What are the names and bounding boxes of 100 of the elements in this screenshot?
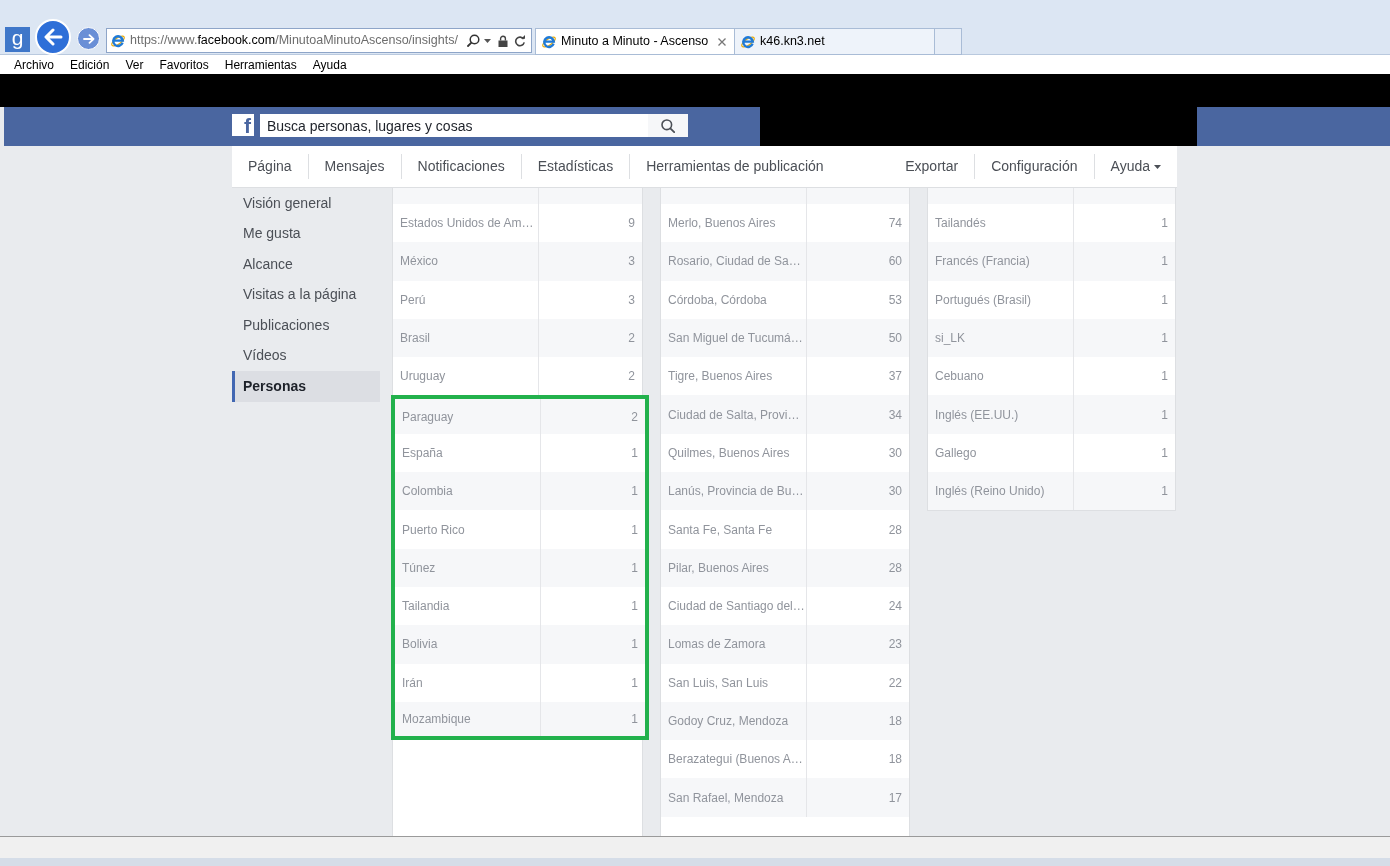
- table-cell-text: 2: [627, 330, 636, 348]
- browser-tab[interactable]: k46.kn3.net: [735, 28, 935, 55]
- sidebar-item[interactable]: Me gusta: [232, 218, 380, 249]
- google-button[interactable]: g: [5, 27, 30, 52]
- table-cell: Portugués (Brasil): [928, 280, 1074, 319]
- table-cell: San Rafael, Mendoza: [661, 778, 807, 817]
- table-cell-text: 18: [887, 713, 903, 730]
- arrow-left-icon: [43, 28, 63, 46]
- sidebar-item[interactable]: Publicaciones: [232, 310, 380, 341]
- nav-tab[interactable]: Estadísticas: [520, 154, 630, 179]
- table-cell-text: 1: [1160, 215, 1169, 233]
- table-cell-text: 1: [1160, 291, 1169, 309]
- logo[interactable]: f: [232, 114, 254, 136]
- table-cell: Puerto Rico: [395, 510, 541, 549]
- table-cell-text: 74: [887, 215, 903, 233]
- table-cell-text: 28: [887, 559, 903, 577]
- table-cell-text: 60: [887, 253, 903, 271]
- table-cell-text: 28: [887, 521, 903, 539]
- sidebar-item[interactable]: Personas: [232, 371, 380, 402]
- table-cell: Túnez: [395, 548, 541, 587]
- table-cell: Rosario, Ciudad de Sa…: [661, 242, 807, 281]
- table-cell-text: 30: [887, 483, 903, 501]
- search-button[interactable]: [648, 114, 688, 137]
- table-cell-text: 1: [1160, 444, 1169, 462]
- table-cell-text: 23: [887, 636, 903, 654]
- table-cell: Córdoba, Córdoba: [661, 280, 807, 319]
- menu-item[interactable]: Edición: [70, 58, 110, 71]
- nav-tab[interactable]: Ayuda: [1093, 154, 1177, 179]
- search-field[interactable]: Busca personas, lugares y cosas: [260, 114, 648, 137]
- table-cell: México: [393, 242, 539, 281]
- menu-item[interactable]: Archivo: [14, 58, 54, 71]
- table-cell-text: 1: [1160, 483, 1169, 501]
- search-icon: [661, 118, 675, 133]
- table-cell: Irán: [395, 663, 541, 702]
- url-text: https://www.facebook.com/MinutoaMinutoAscenso/insights/: [130, 32, 458, 50]
- table-cell: Ciudad de Salta, Provi…: [661, 395, 807, 434]
- table-cell-text: 3: [627, 253, 636, 271]
- nav-tab[interactable]: Página: [232, 154, 308, 179]
- table-cell: Perú: [393, 280, 539, 319]
- table-cell-text: 2: [627, 368, 636, 386]
- browser-logo-icon: [110, 32, 126, 49]
- address-bar[interactable]: https://www.facebook.com/MinutoaMinutoAscenso/insights/: [106, 28, 532, 53]
- table-cell-text: 1: [1160, 253, 1169, 271]
- table-cell-text: 1: [1160, 330, 1169, 348]
- menu-item[interactable]: Ayuda: [312, 58, 347, 71]
- table-cell-text: 22: [887, 674, 903, 692]
- table-cell-text: 18: [887, 751, 903, 769]
- sidebar-item[interactable]: Visitas a la página: [232, 279, 380, 310]
- table-cell-text: 2: [630, 408, 639, 426]
- lock-icon: [498, 34, 508, 47]
- table-cell-text: 3: [627, 291, 636, 309]
- forward-button[interactable]: [77, 27, 100, 50]
- table-cell-text: 1: [630, 636, 639, 654]
- caret-icon: [484, 38, 491, 43]
- table-cell-text: 1: [630, 711, 639, 728]
- close-icon: [718, 37, 726, 46]
- menu-item[interactable]: Ver: [125, 58, 144, 71]
- table-cell-text: 1: [630, 598, 639, 616]
- menu-item[interactable]: Herramientas: [224, 58, 297, 71]
- table-cell-text: 17: [887, 789, 903, 807]
- table-cell-text: 1: [630, 559, 639, 577]
- table-cell-text: 30: [887, 444, 903, 462]
- nav-tab[interactable]: Mensajes: [307, 154, 401, 179]
- back-button[interactable]: [35, 19, 71, 55]
- table-cell-text: 53: [887, 291, 903, 309]
- table-cell-text: 1: [1160, 368, 1169, 386]
- table-cell: Lomas de Zamora: [661, 625, 807, 664]
- nav-tab[interactable]: Exportar: [889, 154, 975, 179]
- menu-item[interactable]: Favoritos: [159, 58, 209, 71]
- table-cell-text: 50: [887, 330, 903, 348]
- nav-tab[interactable]: Herramientas de publicación: [629, 154, 840, 179]
- nav-tab[interactable]: Notificaciones: [400, 154, 521, 179]
- table-cell-text: 1: [630, 483, 639, 501]
- sidebar-item[interactable]: Visión general: [232, 188, 380, 219]
- sidebar-item[interactable]: Vídeos: [232, 340, 380, 371]
- refresh-icon: [514, 34, 526, 47]
- table-cell: Bolivia: [395, 625, 541, 664]
- table-cell: Inglés (Reino Unido): [928, 472, 1074, 511]
- table-cell: Francés (Francia): [928, 242, 1074, 281]
- table-cell: San Luis, San Luis: [661, 663, 807, 702]
- table-cell-text: 1: [1160, 406, 1169, 424]
- table-cell: Mozambique: [395, 701, 541, 737]
- table-cell: Santa Fe, Santa Fe: [661, 510, 807, 549]
- arrow-right-icon: [82, 33, 95, 44]
- sidebar-item[interactable]: Alcance: [232, 249, 380, 280]
- table-cell: Inglés (EE.UU.): [928, 395, 1074, 434]
- table-cell-text: 1: [630, 674, 639, 692]
- table-cell: Paraguay: [395, 399, 541, 434]
- table-cell-text: 34: [887, 406, 903, 424]
- browser-logo-icon: [740, 33, 756, 50]
- table-cell: Pilar, Buenos Aires: [661, 548, 807, 587]
- table-cell-text: 37: [887, 368, 903, 386]
- table-cell-text: 24: [887, 598, 903, 616]
- table-cell-text: 1: [630, 521, 639, 539]
- browser-tab[interactable]: Minuto a Minuto - Ascenso: [535, 28, 735, 55]
- table-cell-text: 1: [630, 444, 639, 462]
- browser-logo-icon: [541, 33, 557, 50]
- search-icon: [467, 34, 480, 47]
- nav-tab[interactable]: Configuración: [974, 154, 1094, 179]
- table-cell-text: 9: [627, 215, 636, 233]
